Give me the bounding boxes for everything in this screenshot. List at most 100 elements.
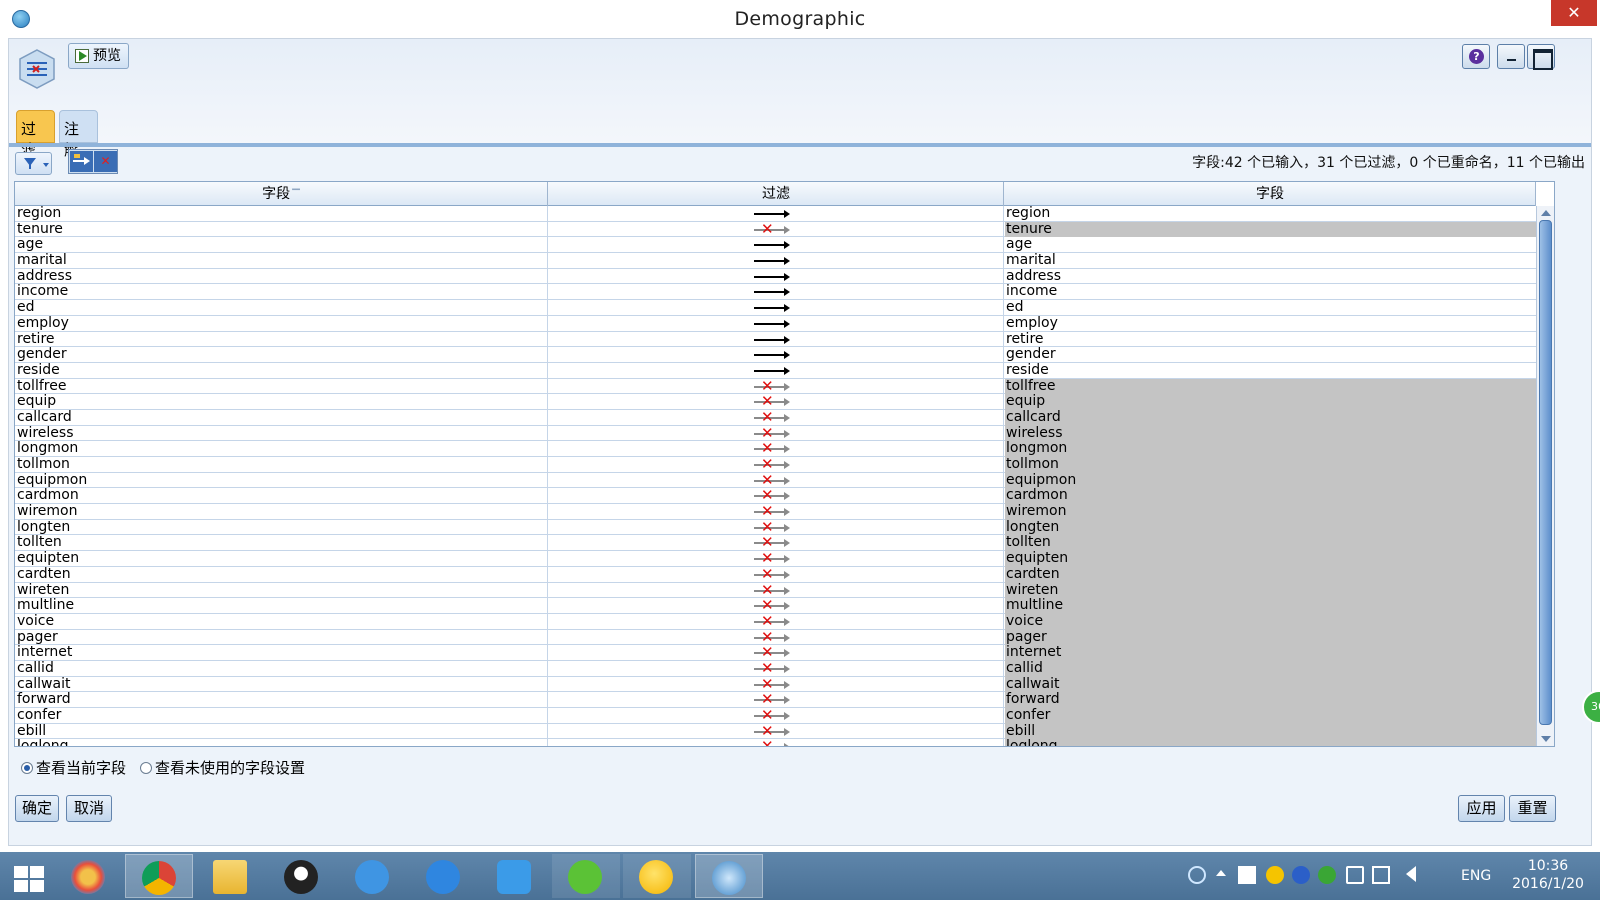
table-row[interactable]: tenure ✕ tenure (15, 221, 1536, 238)
reset-button[interactable]: 重置 (1509, 795, 1556, 822)
taskbar-app-spss-modeler[interactable] (695, 854, 763, 898)
ok-button[interactable]: 确定 (15, 795, 59, 822)
filter-toggle[interactable]: ✕ (549, 472, 1004, 489)
output-field-name[interactable]: marital (1005, 253, 1536, 269)
help-button[interactable]: ? (1462, 44, 1490, 69)
output-field-name[interactable]: callcard (1005, 409, 1536, 426)
filter-toggle[interactable]: ✕ (549, 425, 1004, 442)
output-field-name[interactable]: ebill (1005, 723, 1536, 740)
table-row[interactable]: wireless ✕ wireless (15, 425, 1536, 442)
output-field-name[interactable]: voice (1005, 613, 1536, 630)
filter-toggle[interactable]: ✕ (549, 504, 1004, 520)
table-row[interactable]: equipten ✕ equipten (15, 551, 1536, 567)
filter-toggle[interactable]: ✕ (549, 676, 1004, 693)
scroll-down-icon[interactable] (1541, 736, 1551, 742)
output-field-name[interactable]: tenure (1005, 221, 1536, 238)
table-row[interactable]: reside reside (15, 362, 1536, 379)
filter-toggle[interactable] (549, 331, 1004, 348)
filter-toggle[interactable]: ✕ (549, 739, 1004, 746)
output-field-name[interactable]: pager (1005, 629, 1536, 646)
filter-toggle[interactable]: ✕ (549, 598, 1004, 614)
table-row[interactable]: cardten ✕ cardten (15, 566, 1536, 583)
output-field-name[interactable]: address (1005, 269, 1536, 285)
table-row[interactable]: pager ✕ pager (15, 629, 1536, 646)
output-field-name[interactable]: equip (1005, 394, 1536, 410)
filter-toggle[interactable]: ✕ (549, 566, 1004, 583)
taskbar-app-baidu-cloud[interactable] (339, 854, 407, 898)
vertical-scrollbar[interactable] (1536, 206, 1554, 746)
table-row[interactable]: confer ✕ confer (15, 708, 1536, 724)
filter-toggle[interactable]: ✕ (549, 660, 1004, 677)
table-row[interactable]: tollten ✕ tollten (15, 535, 1536, 552)
table-row[interactable]: age age (15, 237, 1536, 254)
table-row[interactable]: internet ✕ internet (15, 645, 1536, 661)
table-row[interactable]: longmon ✕ longmon (15, 441, 1536, 457)
output-field-name[interactable]: callid (1005, 660, 1536, 677)
filter-toggle[interactable] (549, 362, 1004, 379)
close-button[interactable]: ✕ (1551, 0, 1597, 26)
table-row[interactable]: equipmon ✕ equipmon (15, 472, 1536, 489)
taskbar-app-file-explorer[interactable] (197, 854, 265, 898)
filter-toggle[interactable] (549, 315, 1004, 332)
table-row[interactable]: tollfree ✕ tollfree (15, 378, 1536, 395)
filter-toggle[interactable]: ✕ (549, 221, 1004, 238)
output-field-name[interactable]: age (1005, 237, 1536, 253)
output-field-name[interactable]: forward (1005, 692, 1536, 708)
filter-toggle[interactable]: ✕ (549, 582, 1004, 599)
output-field-name[interactable]: wireless (1005, 425, 1536, 442)
output-field-name[interactable]: cardten (1005, 566, 1536, 583)
filter-toggle[interactable]: ✕ (549, 723, 1004, 740)
output-field-name[interactable]: cardmon (1005, 488, 1536, 505)
filter-toggle[interactable]: ✕ (549, 535, 1004, 552)
taskbar-app-360-browser[interactable] (55, 854, 123, 898)
output-field-name[interactable]: tollmon (1005, 457, 1536, 473)
filter-toggle[interactable]: ✕ (549, 645, 1004, 661)
taskbar-app-qq[interactable] (268, 854, 336, 898)
table-row[interactable]: multline ✕ multline (15, 598, 1536, 614)
filter-toggle[interactable] (549, 237, 1004, 254)
maximize-button[interactable] (1527, 44, 1555, 70)
device-icon[interactable] (1346, 866, 1364, 884)
filter-options-button[interactable] (15, 152, 52, 175)
output-field-name[interactable]: wiremon (1005, 504, 1536, 520)
taskbar-app-wechat[interactable] (552, 854, 620, 898)
preview-button[interactable]: 预览 (68, 43, 129, 69)
output-field-name[interactable]: tollten (1005, 535, 1536, 552)
table-row[interactable]: wireten ✕ wireten (15, 582, 1536, 599)
table-row[interactable]: callid ✕ callid (15, 660, 1536, 677)
filter-toggle[interactable]: ✕ (549, 394, 1004, 410)
output-field-name[interactable]: income (1005, 284, 1536, 300)
table-row[interactable]: cardmon ✕ cardmon (15, 488, 1536, 505)
table-row[interactable]: longten ✕ longten (15, 519, 1536, 536)
output-field-name[interactable]: confer (1005, 708, 1536, 724)
input-language[interactable]: ENG (1461, 868, 1491, 884)
table-row[interactable]: forward ✕ forward (15, 692, 1536, 708)
filter-toggle[interactable]: ✕ (549, 692, 1004, 708)
tab-filter[interactable]: 过滤 (16, 110, 55, 159)
view-current-fields-option[interactable]: 查看当前字段 (21, 757, 126, 778)
filter-toggle[interactable] (549, 300, 1004, 316)
radio-button-selected[interactable] (21, 762, 33, 774)
output-field-name[interactable]: region (1005, 206, 1536, 222)
output-field-name[interactable]: employ (1005, 316, 1536, 332)
system-clock[interactable]: 10:36 2016/1/20 (1500, 857, 1596, 893)
output-field-name[interactable]: gender (1005, 347, 1536, 363)
output-field-name[interactable]: tollfree (1005, 378, 1536, 395)
table-row[interactable]: equip ✕ equip (15, 394, 1536, 410)
output-field-name[interactable]: callwait (1005, 676, 1536, 693)
table-row[interactable]: marital marital (15, 253, 1536, 269)
column-header-input-field[interactable]: 字段 ▔ (15, 182, 548, 206)
table-row[interactable]: employ employ (15, 315, 1536, 332)
table-row[interactable]: retire retire (15, 331, 1536, 348)
taskbar-app-emoji[interactable] (623, 854, 691, 898)
filter-toggle[interactable]: ✕ (549, 457, 1004, 473)
output-field-name[interactable]: longten (1005, 519, 1536, 536)
table-row[interactable]: wiremon ✕ wiremon (15, 504, 1536, 520)
table-row[interactable]: gender gender (15, 347, 1536, 363)
taskbar-app-qq-pinyin[interactable] (481, 854, 549, 898)
radio-button[interactable] (140, 762, 152, 774)
filter-toggle[interactable]: ✕ (549, 409, 1004, 426)
scrollbar-thumb[interactable] (1539, 220, 1552, 725)
view-unused-field-settings-option[interactable]: 查看未使用的字段设置 (140, 757, 305, 778)
filter-toggle[interactable]: ✕ (549, 441, 1004, 457)
